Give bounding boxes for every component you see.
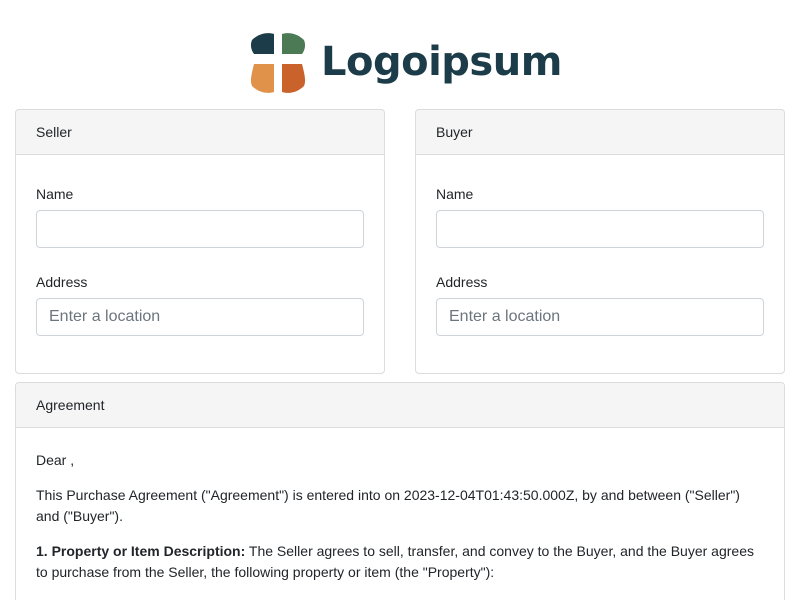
seller-name-label: Name [36, 186, 74, 202]
section-1-heading: 1. Property or Item Description: [36, 543, 246, 559]
buyer-card: Buyer Name Address [415, 109, 785, 374]
logo-mark-icon [250, 33, 306, 93]
buyer-address-input[interactable] [436, 298, 764, 336]
seller-address-input[interactable] [36, 298, 364, 336]
agreement-section-1: 1. Property or Item Description: The Sel… [36, 541, 764, 583]
buyer-address-label: Address [436, 274, 488, 290]
seller-card: Seller Name Address [15, 109, 385, 374]
seller-name-input[interactable] [36, 210, 364, 248]
buyer-name-input[interactable] [436, 210, 764, 248]
brand-logo: Logoipsum [249, 30, 562, 96]
agreement-intro: This Purchase Agreement ("Agreement") is… [36, 487, 740, 524]
seller-address-label: Address [36, 274, 88, 290]
agreement-card: Agreement Dear , This Purchase Agreement… [15, 382, 785, 600]
agreement-card-header: Agreement [16, 383, 784, 428]
seller-card-header: Seller [16, 110, 384, 155]
agreement-greeting: Dear , [36, 452, 75, 468]
buyer-card-header: Buyer [416, 110, 784, 155]
brand-name: Logoipsum [321, 39, 562, 85]
agreement-body: Dear , This Purchase Agreement ("Agreeme… [16, 428, 784, 583]
buyer-name-label: Name [436, 186, 474, 202]
